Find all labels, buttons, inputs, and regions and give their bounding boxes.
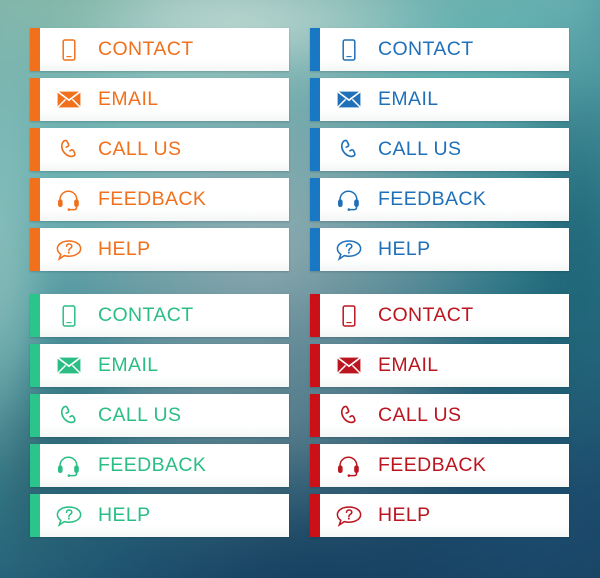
headset-icon [320, 455, 378, 477]
menu-row-email[interactable]: EMAIL [30, 78, 289, 121]
accent-bar [30, 178, 40, 221]
envelope-icon [40, 357, 98, 374]
mobile-phone-icon [320, 304, 378, 327]
menu-row-label: CALL US [98, 404, 182, 426]
menu-row-call-us[interactable]: CALL US [310, 394, 569, 437]
question-bubble-icon [320, 239, 378, 261]
phone-handset-icon [320, 405, 378, 427]
menu-row-label: EMAIL [98, 88, 159, 110]
menu-row-call-us[interactable]: CALL US [310, 128, 569, 171]
mobile-phone-icon [40, 38, 98, 61]
menu-row-label: FEEDBACK [378, 454, 487, 476]
phone-handset-icon [320, 139, 378, 161]
menu-row-label: FEEDBACK [98, 188, 207, 210]
menu-row-label: FEEDBACK [378, 188, 487, 210]
menu-row-label: CONTACT [378, 38, 474, 60]
accent-bar [30, 228, 40, 271]
accent-bar [30, 444, 40, 487]
accent-bar [310, 28, 320, 71]
menu-row-label: CONTACT [378, 304, 474, 326]
question-bubble-icon [40, 239, 98, 261]
mobile-phone-icon [40, 304, 98, 327]
accent-bar [30, 28, 40, 71]
question-bubble-icon [320, 505, 378, 527]
menu-row-label: CONTACT [98, 38, 194, 60]
phone-handset-icon [40, 405, 98, 427]
menu-row-contact[interactable]: CONTACT [30, 28, 289, 71]
accent-bar [30, 128, 40, 171]
menu-row-call-us[interactable]: CALL US [30, 128, 289, 171]
menu-row-contact[interactable]: CONTACT [30, 294, 289, 337]
accent-bar [310, 78, 320, 121]
menu-row-label: CALL US [378, 404, 462, 426]
envelope-icon [320, 357, 378, 374]
menu-row-label: HELP [98, 504, 151, 526]
menu-row-help[interactable]: HELP [30, 494, 289, 537]
menu-row-label: FEEDBACK [98, 454, 207, 476]
menu-row-help[interactable]: HELP [310, 228, 569, 271]
accent-bar [310, 494, 320, 537]
menu-row-email[interactable]: EMAIL [310, 344, 569, 387]
phone-handset-icon [40, 139, 98, 161]
contact-panel-orange: CONTACT EMAIL CALL US FEEDBACK HELP [30, 28, 289, 271]
contact-panel-green: CONTACT EMAIL CALL US FEEDBACK HELP [30, 294, 289, 537]
menu-row-call-us[interactable]: CALL US [30, 394, 289, 437]
mobile-phone-icon [320, 38, 378, 61]
accent-bar [310, 344, 320, 387]
headset-icon [40, 455, 98, 477]
menu-row-label: EMAIL [98, 354, 159, 376]
menu-row-feedback[interactable]: FEEDBACK [30, 444, 289, 487]
menu-row-label: HELP [378, 238, 431, 260]
menu-row-label: CONTACT [98, 304, 194, 326]
contact-menu-mockup: CONTACT EMAIL CALL US FEEDBACK HELP CONTACT E… [0, 0, 600, 578]
menu-row-label: EMAIL [378, 88, 439, 110]
headset-icon [320, 189, 378, 211]
accent-bar [30, 294, 40, 337]
menu-row-email[interactable]: EMAIL [310, 78, 569, 121]
accent-bar [30, 344, 40, 387]
menu-row-feedback[interactable]: FEEDBACK [30, 178, 289, 221]
contact-panel-blue: CONTACT EMAIL CALL US FEEDBACK HELP [310, 28, 569, 271]
menu-row-label: HELP [98, 238, 151, 260]
contact-panel-red: CONTACT EMAIL CALL US FEEDBACK HELP [310, 294, 569, 537]
accent-bar [30, 494, 40, 537]
menu-row-contact[interactable]: CONTACT [310, 28, 569, 71]
menu-row-feedback[interactable]: FEEDBACK [310, 444, 569, 487]
menu-row-email[interactable]: EMAIL [30, 344, 289, 387]
accent-bar [30, 394, 40, 437]
accent-bar [30, 78, 40, 121]
menu-row-help[interactable]: HELP [310, 494, 569, 537]
envelope-icon [40, 91, 98, 108]
accent-bar [310, 178, 320, 221]
headset-icon [40, 189, 98, 211]
menu-row-help[interactable]: HELP [30, 228, 289, 271]
accent-bar [310, 444, 320, 487]
envelope-icon [320, 91, 378, 108]
accent-bar [310, 394, 320, 437]
accent-bar [310, 228, 320, 271]
menu-row-label: CALL US [378, 138, 462, 160]
accent-bar [310, 294, 320, 337]
question-bubble-icon [40, 505, 98, 527]
menu-row-label: CALL US [98, 138, 182, 160]
menu-row-feedback[interactable]: FEEDBACK [310, 178, 569, 221]
menu-row-contact[interactable]: CONTACT [310, 294, 569, 337]
accent-bar [310, 128, 320, 171]
menu-row-label: EMAIL [378, 354, 439, 376]
menu-row-label: HELP [378, 504, 431, 526]
